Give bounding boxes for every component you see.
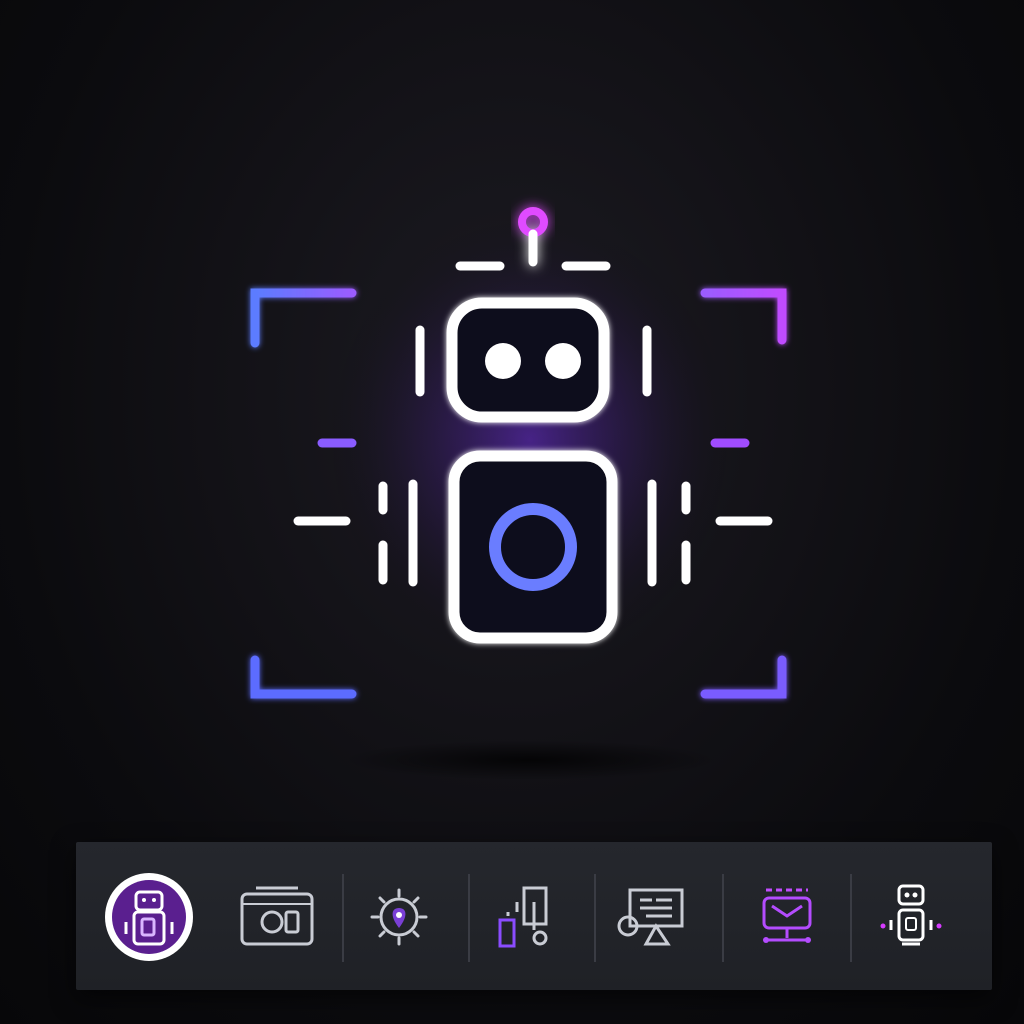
- hero-shadow: [340, 740, 720, 780]
- robot-small-icon: [880, 884, 942, 946]
- toolbar-item-gear-pin[interactable]: [354, 872, 444, 962]
- monitor-stand-icon: [617, 888, 684, 946]
- toolbar-item-robot-small[interactable]: [866, 872, 956, 962]
- camera-icon: [240, 886, 314, 946]
- toolbar-item-robot-badge[interactable]: [104, 872, 194, 962]
- toolbar-divider: [342, 874, 344, 962]
- toolbar-divider: [850, 874, 852, 962]
- robot-head: [446, 297, 610, 423]
- robot-head-icon: [762, 888, 812, 943]
- toolbar-divider: [468, 874, 470, 962]
- canvas: [0, 0, 1024, 1024]
- toolbar-item-camera[interactable]: [232, 872, 322, 962]
- device-connect-icon: [498, 886, 548, 948]
- toolbar-item-device-connect[interactable]: [480, 872, 570, 962]
- toolbar-divider: [594, 874, 596, 962]
- toolbar-item-robot-head[interactable]: [742, 872, 832, 962]
- gear-pin-icon: [370, 888, 428, 946]
- robot-body: [448, 450, 618, 644]
- toolbar-divider: [722, 874, 724, 962]
- toolbar-item-monitor[interactable]: [606, 872, 696, 962]
- robot-badge-icon: [105, 873, 193, 961]
- robot-scan-icon: [250, 207, 787, 699]
- icon-toolbar: [76, 842, 992, 990]
